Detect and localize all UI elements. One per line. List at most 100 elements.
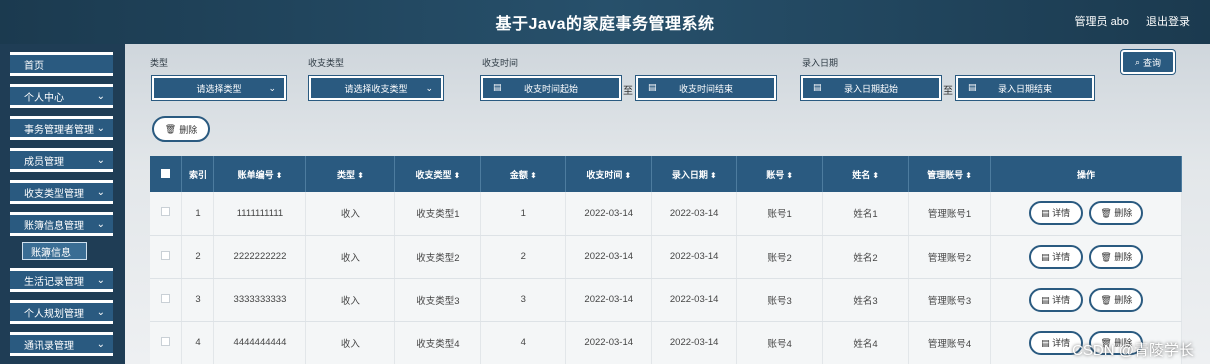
inout-select-value: 请选择收支类型	[344, 83, 408, 94]
col-manager[interactable]: 管理账号 ⬍	[908, 156, 991, 192]
sidebar: 首页 个人中心 ⌄ 事务管理者管理 ⌄ 成员管理 ⌄ 收支类型管理 ⌄ 账簿信息管理 ⌄ …	[0, 44, 125, 364]
cell-amount: 1	[480, 192, 567, 236]
delete-label: 删除	[1114, 251, 1133, 262]
type-filter-label: 类型	[150, 58, 169, 68]
entry-end-input[interactable]: ▤ 录入日期结束	[956, 76, 1094, 100]
cell-name: 姓名4	[822, 321, 910, 364]
cell-account: 账号1	[736, 192, 824, 236]
row-checkbox[interactable]	[161, 207, 171, 217]
document-icon: ▤	[1041, 337, 1050, 348]
sidebar-item-home[interactable]: 首页	[10, 52, 113, 76]
col-bill-no[interactable]: 账单编号 ⬍	[213, 156, 307, 192]
cell-no: 1111111111	[213, 192, 307, 236]
cell-no: 4444444444	[213, 321, 307, 364]
cell-inout: 收支类型1	[394, 192, 482, 236]
sidebar-item-planning[interactable]: 个人规划管理 ⌄	[10, 300, 113, 324]
logout-link[interactable]: 退出登录	[1146, 16, 1190, 28]
chevron-down-icon: ⌄	[96, 307, 105, 318]
sidebar-item-ledger[interactable]: 账簿信息管理 ⌄	[10, 212, 113, 236]
cell-name: 姓名2	[822, 235, 910, 279]
range-separator: 至	[623, 86, 633, 97]
detail-button[interactable]: ▤ 详情	[1028, 287, 1083, 312]
col-label: 收支类型	[415, 169, 452, 180]
sort-icon: ⬍	[872, 170, 879, 180]
sort-icon: ⬍	[529, 170, 537, 180]
chevron-down-icon: ⌄	[96, 219, 105, 230]
col-name[interactable]: 姓名 ⬍	[822, 156, 910, 192]
trash-icon: 🗑	[164, 123, 177, 134]
detail-button[interactable]: ▤ 详情	[1028, 244, 1083, 269]
col-entry-date[interactable]: 录入日期 ⬍	[651, 156, 738, 192]
sort-icon: ⬍	[965, 170, 972, 180]
cell-account: 账号3	[736, 278, 824, 322]
sidebar-item-life-records[interactable]: 生活记录管理 ⌄	[10, 268, 113, 292]
time-start-placeholder: 收支时间起始	[523, 83, 578, 94]
sidebar-item-label: 个人规划管理	[24, 308, 84, 320]
sidebar-item-label: 收支类型管理	[24, 188, 84, 200]
row-checkbox[interactable]	[161, 293, 171, 303]
batch-delete-button[interactable]: 🗑 删除	[152, 116, 210, 142]
entry-start-input[interactable]: ▤ 录入日期起始	[801, 76, 941, 100]
detail-label: 详情	[1052, 337, 1071, 348]
chevron-down-icon: ⌄	[96, 123, 105, 134]
sidebar-subitem-ledger-info[interactable]: 账簿信息	[22, 242, 87, 260]
chevron-down-icon: ⌄	[96, 155, 105, 166]
cell-name: 姓名3	[822, 278, 910, 322]
calendar-icon: ▤	[968, 82, 977, 92]
main-content: 类型 请选择类型 ⌄ 收支类型 请选择收支类型 ⌄ 收支时间 ▤ 收支时间起始 …	[125, 44, 1210, 364]
sort-icon: ⬍	[275, 170, 283, 180]
user-label[interactable]: 管理员 abo	[1075, 16, 1129, 28]
inout-select[interactable]: 请选择收支类型 ⌄	[309, 76, 443, 100]
sort-icon: ⬍	[709, 170, 717, 180]
type-select-value: 请选择类型	[196, 83, 242, 94]
cell-time: 2022-03-14	[565, 192, 653, 236]
entry-filter-label: 录入日期	[802, 58, 839, 68]
col-amount[interactable]: 金额 ⬍	[480, 156, 567, 192]
chevron-down-icon: ⌄	[96, 91, 105, 102]
cell-entry: 2022-03-14	[651, 321, 738, 364]
chevron-down-icon: ⌄	[425, 83, 433, 93]
col-time[interactable]: 收支时间 ⬍	[565, 156, 653, 192]
select-all-checkbox[interactable]	[161, 168, 171, 178]
cell-idx: 2	[181, 235, 215, 279]
sort-icon: ⬍	[357, 170, 364, 180]
col-account[interactable]: 账号 ⬍	[736, 156, 824, 192]
table-header-row: 索引 账单编号 ⬍ 类型 ⬍ 收支类型 ⬍ 金额 ⬍ 收支时间 ⬍ 录入日期 ⬍ 账号 ⬍ 姓…	[150, 156, 1183, 192]
time-end-input[interactable]: ▤ 收支时间结束	[636, 76, 776, 100]
sort-icon: ⬍	[786, 170, 793, 180]
time-end-placeholder: 收支时间结束	[678, 83, 733, 94]
time-start-input[interactable]: ▤ 收支时间起始	[481, 76, 621, 100]
row-checkbox[interactable]	[161, 336, 171, 346]
delete-button[interactable]: 🗑 删除	[1089, 201, 1144, 226]
cell-amount: 2	[480, 235, 567, 279]
document-icon: ▤	[1041, 294, 1050, 305]
delete-label: 删除	[1114, 294, 1133, 305]
sidebar-item-label: 通讯录管理	[24, 340, 74, 352]
search-button[interactable]: ⌕ 查询	[1121, 50, 1175, 74]
chevron-down-icon: ⌄	[96, 339, 105, 350]
type-select[interactable]: 请选择类型 ⌄	[152, 76, 286, 100]
calendar-icon: ▤	[493, 82, 502, 92]
trash-icon: 🗑	[1100, 251, 1112, 262]
col-inout-type[interactable]: 收支类型 ⬍	[394, 156, 482, 192]
col-label: 类型	[337, 169, 356, 180]
row-checkbox[interactable]	[161, 250, 171, 260]
entry-start-placeholder: 录入日期起始	[843, 83, 898, 94]
sidebar-item-label: 账簿信息管理	[24, 220, 84, 232]
col-type[interactable]: 类型 ⬍	[305, 156, 396, 192]
cell-inout: 收支类型3	[394, 278, 482, 322]
sidebar-item-members[interactable]: 成员管理 ⌄	[10, 148, 113, 172]
cell-manager: 管理账号3	[908, 278, 991, 322]
col-label: 金额	[509, 169, 528, 180]
sidebar-item-manager[interactable]: 事务管理者管理 ⌄	[10, 116, 113, 140]
inout-filter-label: 收支类型	[308, 58, 345, 68]
delete-button[interactable]: 🗑 删除	[1089, 244, 1144, 269]
sidebar-item-personal-center[interactable]: 个人中心 ⌄	[10, 84, 113, 108]
cell-idx: 1	[181, 192, 215, 236]
delete-button[interactable]: 🗑 删除	[1089, 287, 1144, 312]
search-button-label: 查询	[1143, 57, 1162, 68]
top-bar: 基于Java的家庭事务管理系统 管理员 abo 退出登录	[0, 0, 1210, 44]
detail-button[interactable]: ▤ 详情	[1028, 201, 1083, 226]
sidebar-item-contacts[interactable]: 通讯录管理 ⌄	[10, 332, 113, 356]
sidebar-item-inout-types[interactable]: 收支类型管理 ⌄	[10, 180, 113, 204]
